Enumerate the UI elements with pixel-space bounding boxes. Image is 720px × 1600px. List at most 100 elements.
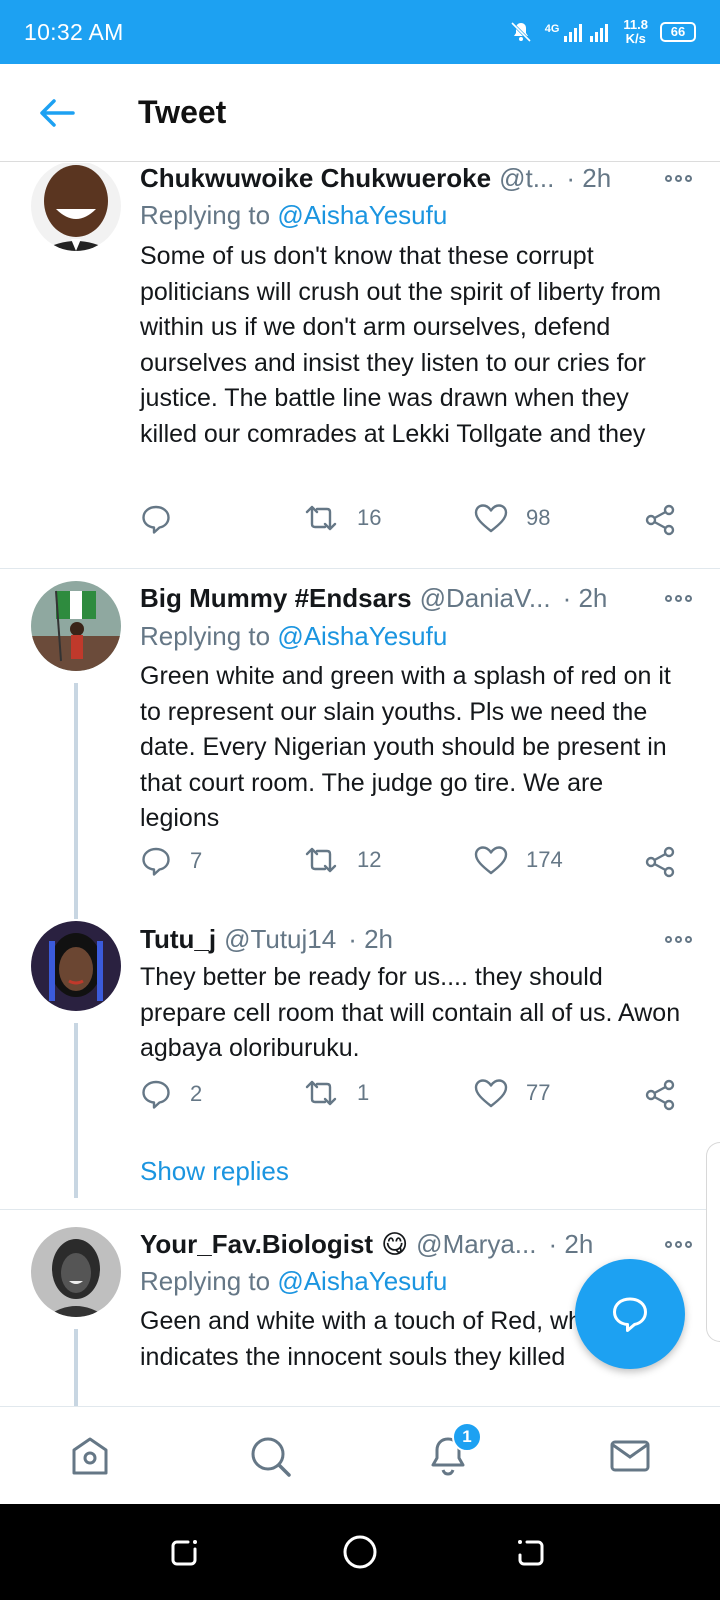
reply-feed[interactable]: Chukwuwoike Chukwueroke @t... · 2h Reply… — [0, 163, 720, 1406]
status-icons: 4G 11.8 K/s 66 — [509, 18, 696, 46]
heart-icon — [474, 846, 508, 875]
notification-badge: 1 — [452, 1422, 482, 1452]
more-options-icon[interactable] — [655, 935, 692, 943]
avatar-image — [31, 163, 121, 251]
reply-icon — [142, 847, 170, 876]
back-system-button[interactable] — [510, 1532, 550, 1572]
share-button[interactable] — [643, 1078, 677, 1112]
share-icon — [645, 504, 675, 536]
retweet-icon — [305, 505, 337, 531]
back-arrow-icon — [40, 98, 75, 127]
like-button[interactable]: 77 — [474, 1078, 550, 1108]
tweet-item[interactable]: Tutu_j @Tutuj14 · 2h They better be read… — [0, 911, 720, 1198]
back-system-icon — [518, 1540, 544, 1566]
share-button[interactable] — [643, 503, 677, 537]
heart-icon — [474, 504, 508, 533]
tweet-header: Big Mummy #Endsars @DaniaV... · 2h — [140, 580, 692, 616]
more-options-icon[interactable] — [655, 174, 692, 182]
reply-button[interactable]: 7 — [140, 845, 202, 877]
avatar[interactable] — [31, 921, 121, 1011]
avatar[interactable] — [31, 163, 121, 251]
page-title: Tweet — [138, 94, 227, 130]
retweet-icon — [305, 1080, 337, 1106]
show-replies-link[interactable]: Show replies — [140, 1156, 289, 1187]
avatar-image — [31, 921, 121, 1011]
circle-icon — [343, 1535, 377, 1569]
avatar[interactable] — [31, 581, 121, 671]
retweet-icon — [305, 847, 337, 873]
tweet-item[interactable]: Big Mummy #Endsars @DaniaV... · 2h Reply… — [0, 569, 720, 911]
display-name[interactable]: Chukwuwoike Chukwueroke — [140, 163, 491, 194]
reply-button[interactable]: 2 — [140, 1078, 202, 1110]
tweet-text: Green white and green with a splash of r… — [140, 662, 671, 832]
display-name[interactable]: Big Mummy #Endsars — [140, 583, 412, 614]
edge-panel-handle[interactable] — [706, 1142, 720, 1342]
like-button[interactable]: 174 — [474, 845, 563, 875]
username[interactable]: @Tutuj14 — [224, 924, 336, 955]
display-name[interactable]: Tutu_j — [140, 924, 216, 955]
share-icon — [645, 1079, 675, 1111]
nav-home[interactable] — [65, 1431, 115, 1481]
battery-icon: 66 — [660, 22, 696, 42]
emoji-yum: 😋 — [381, 1228, 409, 1259]
reply-icon — [142, 505, 170, 534]
share-icon — [645, 846, 675, 878]
replying-to: Replying to @AishaYesufu — [140, 200, 448, 230]
heart-icon — [474, 1079, 508, 1108]
display-name[interactable]: Your_Fav.Biologist — [140, 1229, 373, 1260]
avatar-image — [31, 581, 121, 671]
nav-search[interactable] — [245, 1431, 295, 1481]
app-header: Tweet — [0, 64, 720, 162]
mention-link[interactable]: @AishaYesufu — [277, 1266, 447, 1296]
reply-button[interactable] — [140, 503, 190, 535]
timestamp: · 2h — [348, 923, 394, 954]
retweet-button[interactable]: 12 — [303, 845, 381, 875]
timestamp: · 2h — [562, 582, 608, 613]
mute-icon — [510, 21, 531, 43]
more-options-icon[interactable] — [655, 594, 692, 602]
retweet-button[interactable]: 1 — [303, 1078, 369, 1108]
recents-icon — [171, 1540, 197, 1566]
replying-to: Replying to @AishaYesufu — [140, 621, 448, 651]
replying-to: Replying to @AishaYesufu — [140, 1266, 448, 1296]
thread-line — [74, 1329, 78, 1406]
status-bar: 10:32 AM 4G 11.8 K/s 66 — [0, 0, 720, 64]
username[interactable]: @DaniaV... — [420, 583, 551, 614]
thread-line — [74, 683, 78, 911]
mention-link[interactable]: @AishaYesufu — [277, 621, 447, 651]
signal-icon-2 — [590, 24, 609, 42]
home-system-button[interactable] — [340, 1532, 380, 1572]
like-button[interactable]: 98 — [474, 503, 550, 533]
nav-messages[interactable] — [605, 1431, 655, 1481]
system-navigation-bar — [0, 1504, 720, 1600]
timestamp: · 2h — [566, 163, 612, 193]
reply-icon — [142, 1080, 170, 1109]
tweet-actions: 16 98 — [140, 503, 690, 543]
avatar[interactable] — [31, 1227, 121, 1317]
back-button[interactable] — [27, 83, 87, 143]
avatar-image — [31, 1227, 121, 1317]
tweet-header: Chukwuwoike Chukwueroke @t... · 2h — [140, 163, 692, 196]
network-speed: 11.8 K/s — [623, 17, 648, 46]
signal-icon — [564, 24, 583, 42]
reply-bubble-icon — [613, 1297, 647, 1332]
compose-reply-button[interactable] — [575, 1259, 685, 1369]
recents-button[interactable] — [165, 1532, 205, 1572]
tweet-text: They better be ready for us.... they sho… — [140, 963, 681, 1062]
mention-link[interactable]: @AishaYesufu — [277, 200, 447, 230]
tweet-text: Some of us don't know that these corrupt… — [140, 242, 662, 448]
search-icon — [251, 1437, 291, 1477]
tweet-item[interactable]: Chukwuwoike Chukwueroke @t... · 2h Reply… — [0, 163, 720, 556]
network-type: 4G — [544, 23, 560, 35]
more-options-icon[interactable] — [655, 1240, 692, 1248]
home-icon — [72, 1437, 108, 1475]
timestamp: · 2h — [548, 1228, 594, 1259]
tweet-actions: 2 1 77 — [140, 1078, 690, 1118]
thread-dots — [74, 1163, 78, 1196]
username[interactable]: @t... — [499, 163, 554, 194]
username[interactable]: @Marya... — [416, 1229, 536, 1260]
tweet-header: Tutu_j @Tutuj14 · 2h — [140, 921, 692, 957]
share-button[interactable] — [643, 845, 677, 879]
mail-icon — [610, 1440, 650, 1472]
retweet-button[interactable]: 16 — [303, 503, 381, 533]
